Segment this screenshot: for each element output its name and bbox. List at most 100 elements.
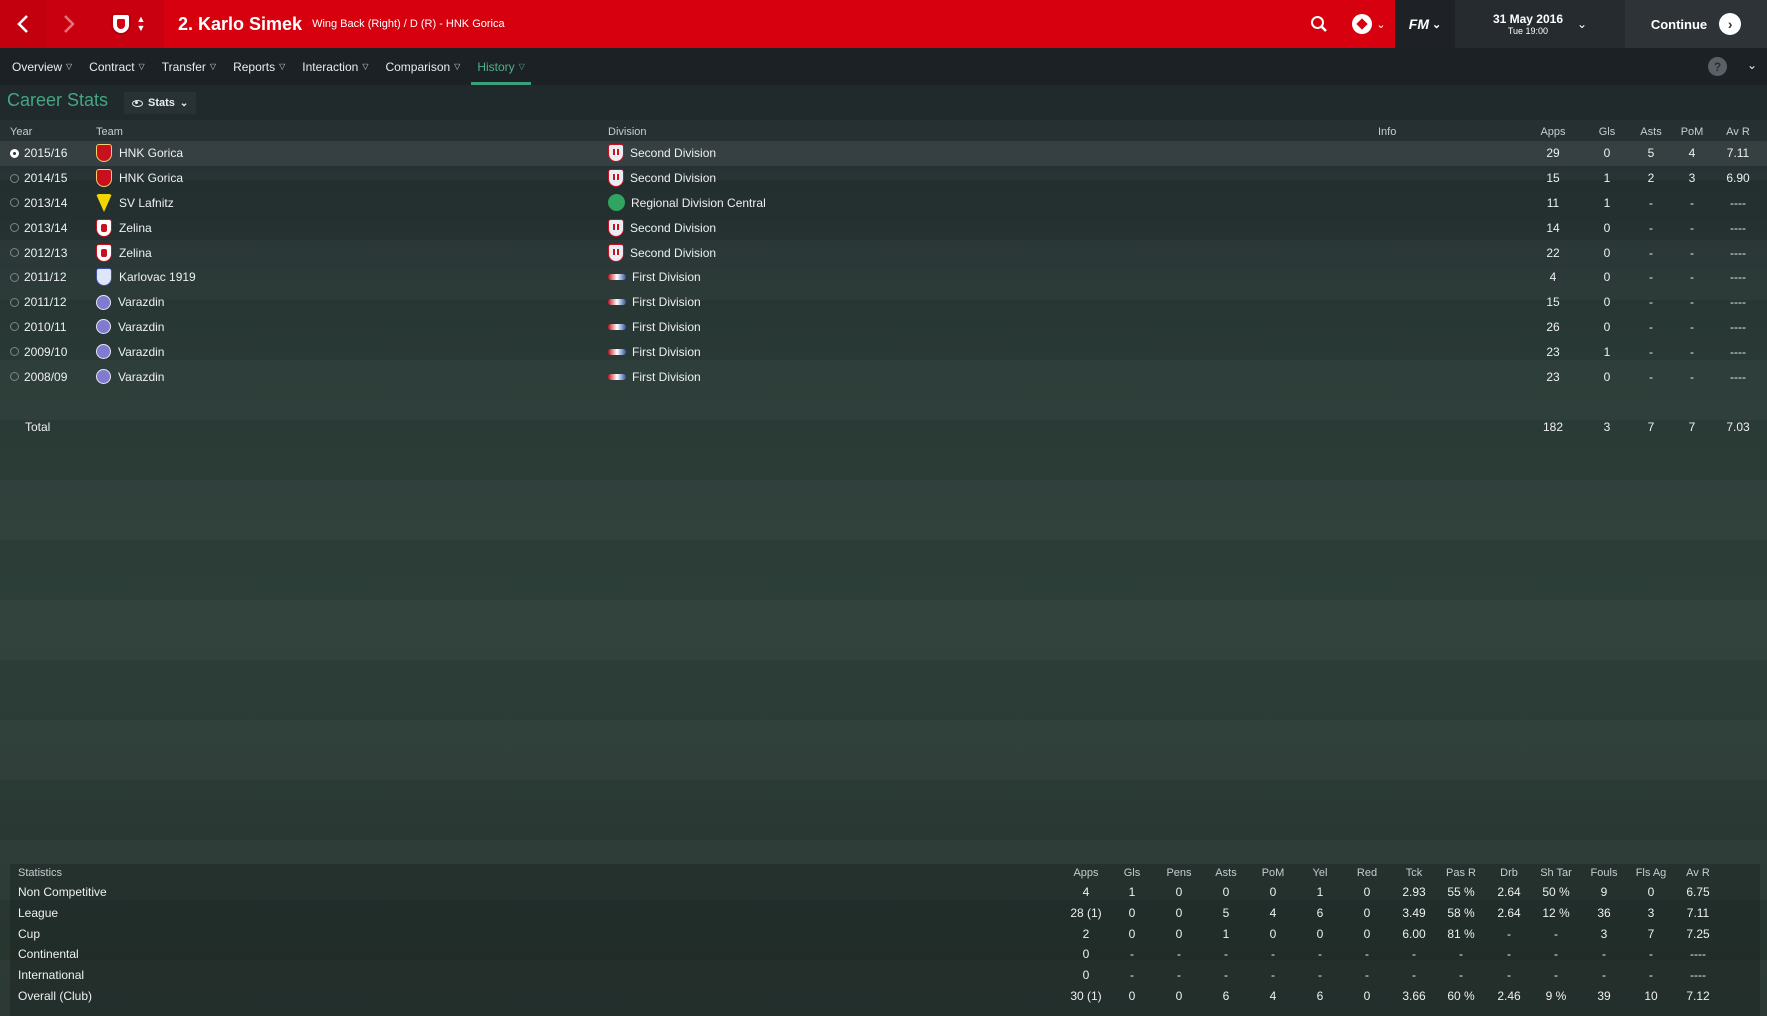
- division-name[interactable]: First Division: [632, 270, 701, 284]
- team-name[interactable]: Varazdin: [118, 370, 164, 384]
- column-header[interactable]: Fls Ag: [1625, 864, 1677, 882]
- team-cell[interactable]: HNK Gorica: [96, 166, 183, 191]
- column-header[interactable]: Drb: [1483, 864, 1535, 882]
- forward-button[interactable]: [46, 0, 92, 48]
- row-select-radio[interactable]: [10, 173, 19, 183]
- tab-contract[interactable]: Contract ▽: [83, 48, 151, 85]
- team-cell[interactable]: SV Lafnitz: [96, 191, 174, 216]
- division-name[interactable]: First Division: [632, 295, 701, 309]
- team-name[interactable]: Varazdin: [118, 345, 164, 359]
- tab-comparison[interactable]: Comparison ▽: [379, 48, 466, 85]
- search-button[interactable]: [1295, 0, 1343, 48]
- team-name[interactable]: Varazdin: [118, 320, 164, 334]
- table-row[interactable]: 2009/10 Varazdin First Division 23 1- - ----: [0, 339, 1767, 364]
- team-cell[interactable]: Varazdin: [96, 364, 164, 389]
- row-select-radio[interactable]: [10, 248, 19, 258]
- table-row[interactable]: 2013/14 Zelina Second Division 14 0- - ----: [0, 215, 1767, 240]
- team-name[interactable]: HNK Gorica: [119, 146, 183, 160]
- tab-history[interactable]: History ▽: [471, 48, 531, 85]
- division-cell[interactable]: First Division: [608, 339, 701, 364]
- team-name[interactable]: HNK Gorica: [119, 171, 183, 185]
- back-button[interactable]: [0, 0, 46, 48]
- tab-transfer[interactable]: Transfer ▽: [156, 48, 222, 85]
- table-row[interactable]: 2008/09 Varazdin First Division 23 0- - ----: [0, 364, 1767, 389]
- column-header[interactable]: Tck: [1388, 864, 1440, 882]
- column-header[interactable]: Gls: [1106, 864, 1158, 882]
- column-header[interactable]: Pens: [1153, 864, 1205, 882]
- team-name[interactable]: Zelina: [119, 221, 152, 235]
- player-cycle-arrows[interactable]: ▲ ▼: [137, 15, 146, 33]
- division-cell[interactable]: Second Division: [608, 141, 716, 166]
- column-header-pom[interactable]: PoM: [1672, 123, 1712, 141]
- row-select-radio[interactable]: [10, 372, 19, 382]
- row-select-radio[interactable]: [10, 223, 19, 233]
- division-name[interactable]: First Division: [632, 370, 701, 384]
- column-header[interactable]: Fouls: [1578, 864, 1630, 882]
- team-cell[interactable]: Zelina: [96, 215, 152, 240]
- team-name[interactable]: Karlovac 1919: [119, 270, 196, 284]
- continue-button[interactable]: Continue ›: [1625, 0, 1767, 48]
- team-cell[interactable]: Karlovac 1919: [96, 265, 196, 290]
- table-row[interactable]: 2015/16 HNK Gorica Second Division 29 0 5 4 7.1…: [0, 141, 1767, 166]
- table-row[interactable]: 2012/13 Zelina Second Division 22 0- - ----: [0, 240, 1767, 265]
- table-row[interactable]: 2011/12 Varazdin First Division 15 0- - ----: [0, 290, 1767, 315]
- column-header[interactable]: Av R: [1672, 864, 1724, 882]
- tab-reports[interactable]: Reports ▽: [227, 48, 291, 85]
- column-header[interactable]: Pas R: [1435, 864, 1487, 882]
- row-select-radio[interactable]: [10, 322, 19, 332]
- division-cell[interactable]: Second Division: [608, 166, 716, 191]
- division-name[interactable]: First Division: [632, 320, 701, 334]
- column-header-team[interactable]: Team: [96, 123, 123, 141]
- team-cell[interactable]: Zelina: [96, 240, 152, 265]
- team-cell[interactable]: Varazdin: [96, 315, 164, 340]
- division-cell[interactable]: Second Division: [608, 240, 716, 265]
- row-select-radio[interactable]: [10, 272, 19, 282]
- column-header[interactable]: Asts: [1200, 864, 1252, 882]
- fm-menu-button[interactable]: FM ⌄: [1395, 0, 1455, 48]
- row-select-radio[interactable]: [10, 148, 19, 158]
- column-header[interactable]: Apps: [1060, 864, 1112, 882]
- division-name[interactable]: Second Division: [630, 171, 716, 185]
- chevron-down-icon[interactable]: ⌄: [1747, 58, 1757, 72]
- team-cell[interactable]: Varazdin: [96, 339, 164, 364]
- division-cell[interactable]: Regional Division Central: [608, 191, 766, 216]
- club-menu-button[interactable]: ⌄: [1343, 0, 1395, 48]
- division-cell[interactable]: First Division: [608, 290, 701, 315]
- tab-overview[interactable]: Overview ▽: [6, 48, 78, 85]
- column-header[interactable]: Red: [1341, 864, 1393, 882]
- team-name[interactable]: Zelina: [119, 246, 152, 260]
- tab-interaction[interactable]: Interaction ▽: [296, 48, 374, 85]
- column-header-apps[interactable]: Apps: [1533, 123, 1573, 141]
- column-header-avr[interactable]: Av R: [1716, 123, 1760, 141]
- column-header-asts[interactable]: Asts: [1631, 123, 1671, 141]
- division-cell[interactable]: First Division: [608, 364, 701, 389]
- table-row[interactable]: 2013/14 SV Lafnitz Regional Division Centr…: [0, 191, 1767, 216]
- division-cell[interactable]: First Division: [608, 265, 701, 290]
- team-name[interactable]: Varazdin: [118, 295, 164, 309]
- team-cell[interactable]: Varazdin: [96, 290, 164, 315]
- table-row[interactable]: 2011/12 Karlovac 1919 First Division 4 0- - --…: [0, 265, 1767, 290]
- table-row[interactable]: 2010/11 Varazdin First Division 26 0- - ----: [0, 315, 1767, 340]
- column-header-year[interactable]: Year: [10, 123, 32, 141]
- column-header[interactable]: Sh Tar: [1530, 864, 1582, 882]
- team-name[interactable]: SV Lafnitz: [119, 196, 174, 210]
- division-name[interactable]: Regional Division Central: [631, 196, 766, 210]
- table-row[interactable]: 2014/15 HNK Gorica Second Division 15 1 2 3 6.9…: [0, 166, 1767, 191]
- division-name[interactable]: Second Division: [630, 246, 716, 260]
- row-select-radio[interactable]: [10, 347, 19, 357]
- division-name[interactable]: Second Division: [630, 221, 716, 235]
- chevron-down-icon[interactable]: ▼: [137, 24, 146, 33]
- row-select-radio[interactable]: [10, 297, 19, 307]
- stats-view-dropdown[interactable]: Stats ⌄: [124, 92, 197, 114]
- division-cell[interactable]: First Division: [608, 315, 701, 340]
- division-name[interactable]: First Division: [632, 345, 701, 359]
- column-header-info[interactable]: Info: [1378, 123, 1396, 141]
- column-header-division[interactable]: Division: [608, 123, 647, 141]
- help-icon[interactable]: ?: [1708, 57, 1727, 76]
- date-display[interactable]: 31 May 2016 Tue 19:00 ⌄: [1455, 0, 1625, 48]
- club-crest-switcher[interactable]: ▲ ▼: [92, 0, 164, 48]
- column-header[interactable]: Yel: [1294, 864, 1346, 882]
- team-cell[interactable]: HNK Gorica: [96, 141, 183, 166]
- column-header[interactable]: PoM: [1247, 864, 1299, 882]
- division-name[interactable]: Second Division: [630, 146, 716, 160]
